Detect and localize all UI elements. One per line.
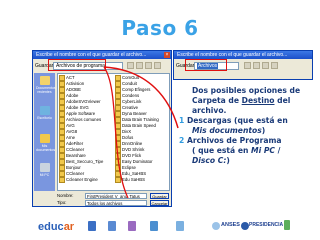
green-logo-icon bbox=[284, 220, 290, 230]
note-mis-documentos: Mis documentos bbox=[192, 126, 262, 135]
note-line: archivo. bbox=[192, 106, 227, 115]
anses-logo: ANSES bbox=[221, 222, 240, 228]
arrow-down bbox=[103, 66, 129, 199]
note-line: Carpeta de Destino del bbox=[179, 96, 319, 106]
note-line: Dos posibles opciones de bbox=[192, 86, 301, 95]
note-text: ) bbox=[226, 156, 230, 165]
note-text: Carpeta de bbox=[192, 96, 242, 105]
note-mi-pc: Mi PC bbox=[251, 146, 275, 155]
note-item-1: 1 Descargas (que está en bbox=[179, 116, 319, 126]
note-text: ( que está en bbox=[192, 146, 252, 155]
presidencia-seal-icon bbox=[241, 222, 249, 230]
note-text: del bbox=[274, 96, 291, 105]
logo-text: educ bbox=[38, 221, 64, 233]
program-seal-icon bbox=[176, 221, 184, 231]
note-text: Descargas (que está en bbox=[184, 116, 288, 125]
note-disco-c: Disco C: bbox=[192, 156, 227, 165]
note-item-2: 2 Archivos de Programa bbox=[179, 136, 319, 146]
note-line: Mis documentos) bbox=[179, 126, 319, 136]
ministry-logo-icon bbox=[88, 221, 96, 231]
note-line: Disco C:) bbox=[179, 156, 319, 166]
note-destino: Destino bbox=[241, 96, 275, 105]
logo-text: ar bbox=[63, 221, 75, 233]
note-text: / bbox=[274, 146, 281, 155]
program-logo-icon bbox=[150, 221, 158, 231]
footer-logos: educar ANSES PRESIDENCIA bbox=[0, 210, 320, 240]
presidencia-logo: PRESIDENCIA bbox=[249, 222, 284, 228]
educ-ar-logo: educar bbox=[38, 221, 74, 233]
note-text: ) bbox=[261, 126, 266, 135]
ministry-seal-icon bbox=[108, 221, 116, 231]
ministry-mark-icon bbox=[128, 221, 136, 231]
notes-block: Dos posibles opciones de Carpeta de Dest… bbox=[179, 86, 319, 166]
note-line: ( que está en Mi PC / bbox=[179, 146, 319, 156]
anses-seal-icon bbox=[212, 222, 220, 230]
note-text: Archivos de Programa bbox=[184, 136, 282, 145]
